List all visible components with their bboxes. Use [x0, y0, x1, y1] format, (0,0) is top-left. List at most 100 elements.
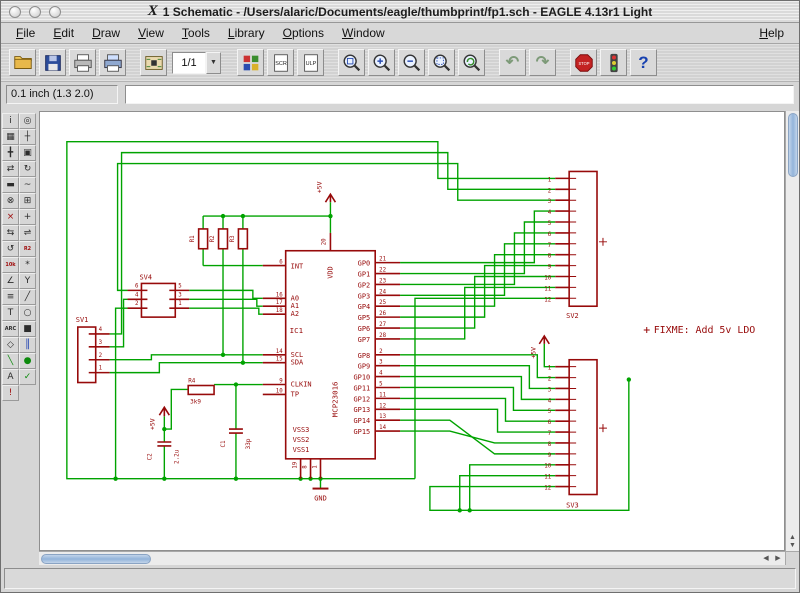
- circle-tool-button[interactable]: ○: [19, 305, 36, 321]
- rect-tool-button[interactable]: ■: [19, 321, 36, 337]
- bus-tool-button[interactable]: ║: [19, 337, 36, 353]
- menu-library[interactable]: Library: [219, 24, 274, 42]
- arc-tool-button[interactable]: ARC: [2, 321, 19, 337]
- move-tool-button[interactable]: ╋: [2, 145, 19, 161]
- title-bar[interactable]: X 1 Schematic - /Users/alaric/Documents/…: [1, 1, 799, 23]
- r2-body[interactable]: [219, 229, 228, 249]
- net-wire[interactable]: [189, 290, 263, 298]
- zoom-button[interactable]: [49, 6, 61, 18]
- junction-tool-button[interactable]: ●: [19, 353, 36, 369]
- sv3-body[interactable]: [569, 360, 597, 495]
- run-ulp-button[interactable]: ULP: [297, 49, 324, 76]
- rotate-tool-button[interactable]: ↻: [19, 161, 36, 177]
- c1-plates[interactable]: [229, 429, 243, 433]
- errors-tool-button[interactable]: !: [2, 385, 19, 401]
- menu-draw[interactable]: Draw: [83, 24, 129, 42]
- zoom-out-button[interactable]: [398, 49, 425, 76]
- scroll-left-icon[interactable]: ◀: [760, 555, 772, 563]
- value-tool-button[interactable]: 10k: [2, 257, 19, 273]
- zoom-fit-button[interactable]: [338, 49, 365, 76]
- plus5v-symbol-sv3[interactable]: [539, 336, 549, 344]
- schematic-canvas[interactable]: IC1 MCP23016 INT A0 A1 A2 SCL SDA CLKIN …: [39, 111, 785, 551]
- polygon-tool-button[interactable]: ◇: [2, 337, 19, 353]
- net-wire[interactable]: [189, 299, 263, 306]
- sv2-body[interactable]: [569, 171, 597, 306]
- undo-button[interactable]: ↶: [499, 49, 526, 76]
- group-tool-button[interactable]: ▬: [2, 177, 19, 193]
- wire-tool-button[interactable]: ╱: [19, 289, 36, 305]
- vertical-scrollbar[interactable]: ▲ ▼: [785, 111, 799, 551]
- use-library-button[interactable]: [237, 49, 264, 76]
- copy-tool-button[interactable]: ▣: [19, 145, 36, 161]
- net-wire[interactable]: [110, 363, 263, 373]
- net-wire[interactable]: [118, 164, 556, 291]
- menu-options[interactable]: Options: [274, 24, 333, 42]
- paste-tool-button[interactable]: ⊞: [19, 193, 36, 209]
- sv1-body[interactable]: [78, 327, 96, 382]
- r3-body[interactable]: [238, 229, 247, 249]
- sheet-dropdown-arrow-icon[interactable]: ▼: [206, 52, 221, 74]
- print-button[interactable]: [69, 49, 96, 76]
- erc-tool-button[interactable]: ✓: [19, 369, 36, 385]
- mark-tool-button[interactable]: ┼: [19, 129, 36, 145]
- menu-window[interactable]: Window: [333, 24, 394, 42]
- invoke-tool-button[interactable]: ≡: [2, 289, 19, 305]
- net-wire[interactable]: [164, 389, 188, 429]
- name-tool-button[interactable]: R2: [19, 241, 36, 257]
- horizontal-scrollbar-thumb[interactable]: [41, 554, 151, 564]
- net-wire[interactable]: [544, 344, 555, 367]
- open-button[interactable]: [9, 49, 36, 76]
- close-button[interactable]: [9, 6, 21, 18]
- vertical-scrollbar-track[interactable]: [786, 177, 799, 534]
- r4-body[interactable]: [188, 386, 214, 395]
- menu-edit[interactable]: Edit: [44, 24, 83, 42]
- scroll-down-icon[interactable]: ▼: [787, 542, 799, 550]
- menu-help[interactable]: Help: [750, 24, 793, 42]
- stop-button[interactable]: STOP: [570, 49, 597, 76]
- scroll-right-icon[interactable]: ▶: [772, 555, 784, 563]
- help-button[interactable]: ?: [630, 49, 657, 76]
- net-wire[interactable]: [110, 355, 263, 360]
- info-tool-button[interactable]: i: [2, 113, 19, 129]
- menu-tools[interactable]: Tools: [173, 24, 219, 42]
- run-script-button[interactable]: SCR: [267, 49, 294, 76]
- label-tool-button[interactable]: A: [2, 369, 19, 385]
- split-tool-button[interactable]: Y: [19, 273, 36, 289]
- sv4-body[interactable]: [141, 283, 175, 317]
- c2-plates[interactable]: [157, 442, 171, 446]
- net-wire[interactable]: [470, 465, 556, 511]
- plus5v-symbol-c2[interactable]: [159, 407, 169, 416]
- cut-tool-button[interactable]: ⊗: [2, 193, 19, 209]
- vertical-scrollbar-thumb[interactable]: [788, 113, 798, 177]
- change-tool-button[interactable]: ~: [19, 177, 36, 193]
- delete-tool-button[interactable]: ×: [2, 209, 19, 225]
- net-wire[interactable]: [400, 420, 555, 454]
- menu-view[interactable]: View: [129, 24, 173, 42]
- save-button[interactable]: [39, 49, 66, 76]
- minimize-button[interactable]: [29, 6, 41, 18]
- sheet-selector[interactable]: 1/1 ▼: [172, 52, 221, 74]
- zoom-in-button[interactable]: [368, 49, 395, 76]
- smash-tool-button[interactable]: *: [19, 257, 36, 273]
- schematic-drawing[interactable]: IC1 MCP23016 INT A0 A1 A2 SCL SDA CLKIN …: [40, 112, 784, 550]
- net-wire[interactable]: [203, 249, 263, 266]
- replace-tool-button[interactable]: ↺: [2, 241, 19, 257]
- menu-file[interactable]: File: [7, 24, 44, 42]
- go-button[interactable]: [600, 49, 627, 76]
- show-tool-button[interactable]: ◎: [19, 113, 36, 129]
- net-wire[interactable]: [460, 476, 555, 511]
- add-tool-button[interactable]: +: [19, 209, 36, 225]
- plus5v-symbol-top[interactable]: [325, 194, 335, 202]
- command-input[interactable]: [125, 85, 794, 104]
- scroll-up-icon[interactable]: ▲: [787, 534, 799, 542]
- net-wire[interactable]: [67, 142, 555, 479]
- mirror-tool-button[interactable]: ⇄: [2, 161, 19, 177]
- redo-button[interactable]: ↷: [529, 49, 556, 76]
- cam-processor-button[interactable]: [99, 49, 126, 76]
- text-tool-button[interactable]: T: [2, 305, 19, 321]
- gateswap-tool-button[interactable]: ⇌: [19, 225, 36, 241]
- r1-body[interactable]: [199, 229, 208, 249]
- zoom-select-button[interactable]: [428, 49, 455, 76]
- board-button[interactable]: [140, 49, 167, 76]
- pinswap-tool-button[interactable]: ⇆: [2, 225, 19, 241]
